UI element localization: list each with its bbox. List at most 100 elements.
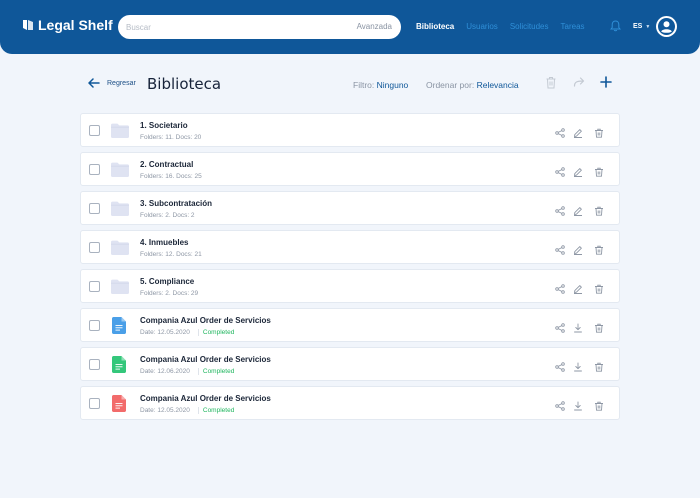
item-details: Date: 12.05.2020 <box>140 407 190 414</box>
folder-row[interactable]: 3. Subcontratación Folders: 2. Docs: 2 <box>80 191 620 225</box>
row-checkbox[interactable] <box>89 242 100 253</box>
item-details: Date: 12.06.2020 <box>140 368 190 375</box>
back-button[interactable]: Regresar <box>107 80 136 87</box>
folder-icon <box>111 240 129 255</box>
delete-button[interactable] <box>594 203 604 221</box>
item-meta: Date: 12.05.2020 Completed <box>140 329 235 336</box>
share-button[interactable] <box>555 320 565 338</box>
share-icon <box>555 401 565 411</box>
row-checkbox[interactable] <box>89 398 100 409</box>
folder-row[interactable]: 1. Societario Folders: 11. Docs: 20 <box>80 113 620 147</box>
status-badge: Completed <box>197 368 235 375</box>
trash-icon <box>595 284 603 294</box>
folder-row[interactable]: 2. Contractual Folders: 16. Docs: 25 <box>80 152 620 186</box>
logo[interactable]: Legal Shelf <box>22 17 113 33</box>
main-nav: Biblioteca Usuarios Solicitudes Tareas <box>416 22 585 31</box>
item-name[interactable]: Compania Azul Order de Servicios <box>140 394 271 403</box>
item-name[interactable]: 3. Subcontratación <box>140 199 212 208</box>
nav-item-tareas[interactable]: Tareas <box>561 22 585 31</box>
item-meta: Folders: 16. Docs: 25 <box>140 173 202 180</box>
document-row[interactable]: Compania Azul Order de Servicios Date: 12… <box>80 386 620 420</box>
app-header: Legal Shelf Avanzada Biblioteca Usuarios… <box>0 0 700 54</box>
edit-button[interactable] <box>573 242 583 260</box>
download-button[interactable] <box>573 359 583 377</box>
item-details: Folders: 16. Docs: 25 <box>140 173 202 180</box>
share-icon <box>555 128 565 138</box>
item-meta: Folders: 2. Docs: 29 <box>140 290 198 297</box>
item-name[interactable]: Compania Azul Order de Servicios <box>140 316 271 325</box>
filter-control[interactable]: Filtro: Ninguno <box>353 80 408 90</box>
avatar[interactable] <box>656 16 677 37</box>
advanced-search-link[interactable]: Avanzada <box>357 22 392 31</box>
item-meta: Folders: 2. Docs: 2 <box>140 212 195 219</box>
item-name[interactable]: 1. Societario <box>140 121 188 130</box>
folder-row[interactable]: 4. Inmuebles Folders: 12. Docs: 21 <box>80 230 620 264</box>
item-name[interactable]: 5. Compliance <box>140 277 194 286</box>
edit-button[interactable] <box>573 281 583 299</box>
share-button[interactable] <box>555 203 565 221</box>
delete-button[interactable] <box>594 281 604 299</box>
user-icon <box>658 18 675 35</box>
back-arrow-icon[interactable] <box>88 78 100 88</box>
chevron-down-icon: ▼ <box>645 24 651 30</box>
edit-button[interactable] <box>573 203 583 221</box>
document-icon <box>112 356 126 373</box>
folder-icon <box>111 123 129 138</box>
edit-icon <box>574 129 582 138</box>
download-icon <box>574 362 582 372</box>
trash-icon <box>595 362 603 372</box>
search-bar: Avanzada <box>118 15 401 39</box>
item-details: Folders: 11. Docs: 20 <box>140 134 202 141</box>
language-label: ES <box>633 23 643 30</box>
share-button[interactable] <box>555 164 565 182</box>
row-checkbox[interactable] <box>89 203 100 214</box>
delete-button[interactable] <box>594 125 604 143</box>
delete-button[interactable] <box>594 320 604 338</box>
delete-button[interactable] <box>594 359 604 377</box>
item-details: Folders: 2. Docs: 2 <box>140 212 195 219</box>
edit-button[interactable] <box>573 164 583 182</box>
download-button[interactable] <box>573 398 583 416</box>
edit-button[interactable] <box>573 125 583 143</box>
item-name[interactable]: Compania Azul Order de Servicios <box>140 355 271 364</box>
delete-button[interactable] <box>594 242 604 260</box>
sort-label: Ordenar por: <box>426 80 475 90</box>
document-row[interactable]: Compania Azul Order de Servicios Date: 12… <box>80 347 620 381</box>
sort-control[interactable]: Ordenar por: Relevancia <box>426 80 519 90</box>
search-input[interactable] <box>126 19 346 35</box>
row-checkbox[interactable] <box>89 359 100 370</box>
download-button[interactable] <box>573 320 583 338</box>
nav-item-biblioteca[interactable]: Biblioteca <box>416 22 454 31</box>
language-selector[interactable]: ES ▼ <box>633 23 650 30</box>
share-icon <box>555 167 565 177</box>
delete-button[interactable] <box>594 398 604 416</box>
row-checkbox[interactable] <box>89 281 100 292</box>
share-icon <box>555 323 565 333</box>
forward-icon[interactable] <box>573 76 585 88</box>
item-name[interactable]: 4. Inmuebles <box>140 238 188 247</box>
row-checkbox[interactable] <box>89 164 100 175</box>
row-checkbox[interactable] <box>89 125 100 136</box>
sort-value: Relevancia <box>476 80 519 90</box>
document-row[interactable]: Compania Azul Order de Servicios Date: 12… <box>80 308 620 342</box>
nav-item-solicitudes[interactable]: Solicitudes <box>510 22 549 31</box>
share-button[interactable] <box>555 398 565 416</box>
nav-item-usuarios[interactable]: Usuarios <box>466 22 498 31</box>
folder-icon <box>111 201 129 216</box>
bell-icon[interactable] <box>610 20 621 32</box>
edit-icon <box>574 168 582 177</box>
page-title: Biblioteca <box>147 75 222 93</box>
trash-icon <box>595 245 603 255</box>
item-name[interactable]: 2. Contractual <box>140 160 193 169</box>
item-details: Date: 12.05.2020 <box>140 329 190 336</box>
share-button[interactable] <box>555 281 565 299</box>
share-button[interactable] <box>555 359 565 377</box>
share-button[interactable] <box>555 125 565 143</box>
row-checkbox[interactable] <box>89 320 100 331</box>
share-button[interactable] <box>555 242 565 260</box>
delete-button[interactable] <box>594 164 604 182</box>
trash-icon[interactable] <box>545 76 557 89</box>
plus-icon[interactable] <box>600 76 612 88</box>
trash-icon <box>595 401 603 411</box>
folder-row[interactable]: 5. Compliance Folders: 2. Docs: 29 <box>80 269 620 303</box>
